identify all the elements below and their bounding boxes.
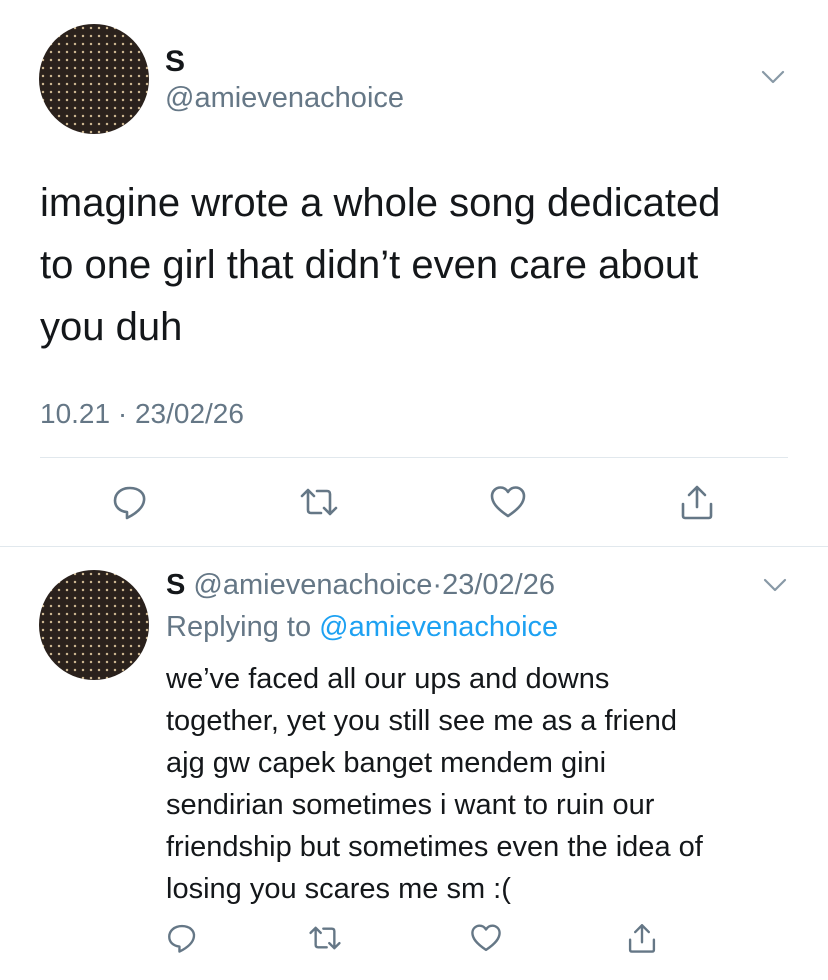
share-icon (681, 485, 713, 520)
tweet-menu-button[interactable] (760, 572, 790, 598)
heart-icon (471, 924, 501, 952)
retweet-icon (300, 488, 338, 516)
replying-to-handle[interactable]: @amievenachoice (319, 611, 558, 643)
heart-icon (490, 486, 526, 518)
reply-header: S @amievenachoice·23/02/26 (166, 568, 555, 602)
tweet-text-line: we’ve faced all our ups and downs (166, 663, 610, 695)
tweet-text-line: together, yet you still see me as a frie… (166, 705, 677, 737)
separator-dot: · (432, 569, 443, 601)
avatar[interactable] (39, 24, 149, 134)
tweet-text-line: imagine wrote a whole song dedicated (40, 181, 721, 225)
like-button[interactable] (466, 918, 506, 958)
tweet-text: imagine wrote a whole song dedicated to … (40, 172, 720, 358)
reply-icon (113, 486, 146, 520)
retweet-icon (309, 926, 341, 950)
tweet-text-line: losing you scares me sm :( (166, 873, 511, 905)
author-handle[interactable]: @amievenachoice (165, 82, 404, 114)
share-icon (628, 924, 656, 953)
reply-button[interactable] (108, 480, 152, 524)
section-divider (0, 546, 828, 547)
chevron-down-icon (761, 70, 785, 84)
tweet-date[interactable]: 23/02/26 (442, 569, 555, 601)
tweet-menu-button[interactable] (758, 64, 788, 90)
author-name[interactable]: S (165, 46, 185, 78)
like-button[interactable] (486, 480, 530, 524)
share-button[interactable] (622, 918, 662, 958)
retweet-button[interactable] (297, 480, 341, 524)
replying-to-label: Replying to (166, 611, 312, 643)
tweet-text-line: to one girl that didn’t even care about (40, 243, 699, 287)
author-name[interactable]: S (166, 569, 185, 601)
tweet-timestamp[interactable]: 10.21 · 23/02/26 (40, 398, 244, 430)
divider (40, 457, 788, 458)
avatar[interactable] (39, 570, 149, 680)
chevron-down-icon (763, 578, 787, 592)
share-button[interactable] (675, 480, 719, 524)
reply-icon (168, 924, 196, 953)
author-handle[interactable]: @amievenachoice (193, 569, 432, 601)
tweet-text-line: friendship but sometimes even the idea o… (166, 831, 703, 863)
tweet-text-line: you duh (40, 305, 183, 349)
replying-to: Replying to @amievenachoice (166, 610, 558, 644)
retweet-button[interactable] (305, 918, 345, 958)
tweet-text-line: ajg gw capek banget mendem gini (166, 747, 607, 779)
reply-button[interactable] (162, 918, 202, 958)
tweet-text-line: sendirian sometimes i want to ruin our (166, 789, 655, 821)
tweet-text: we’ve faced all our ups and downs togeth… (166, 658, 703, 910)
